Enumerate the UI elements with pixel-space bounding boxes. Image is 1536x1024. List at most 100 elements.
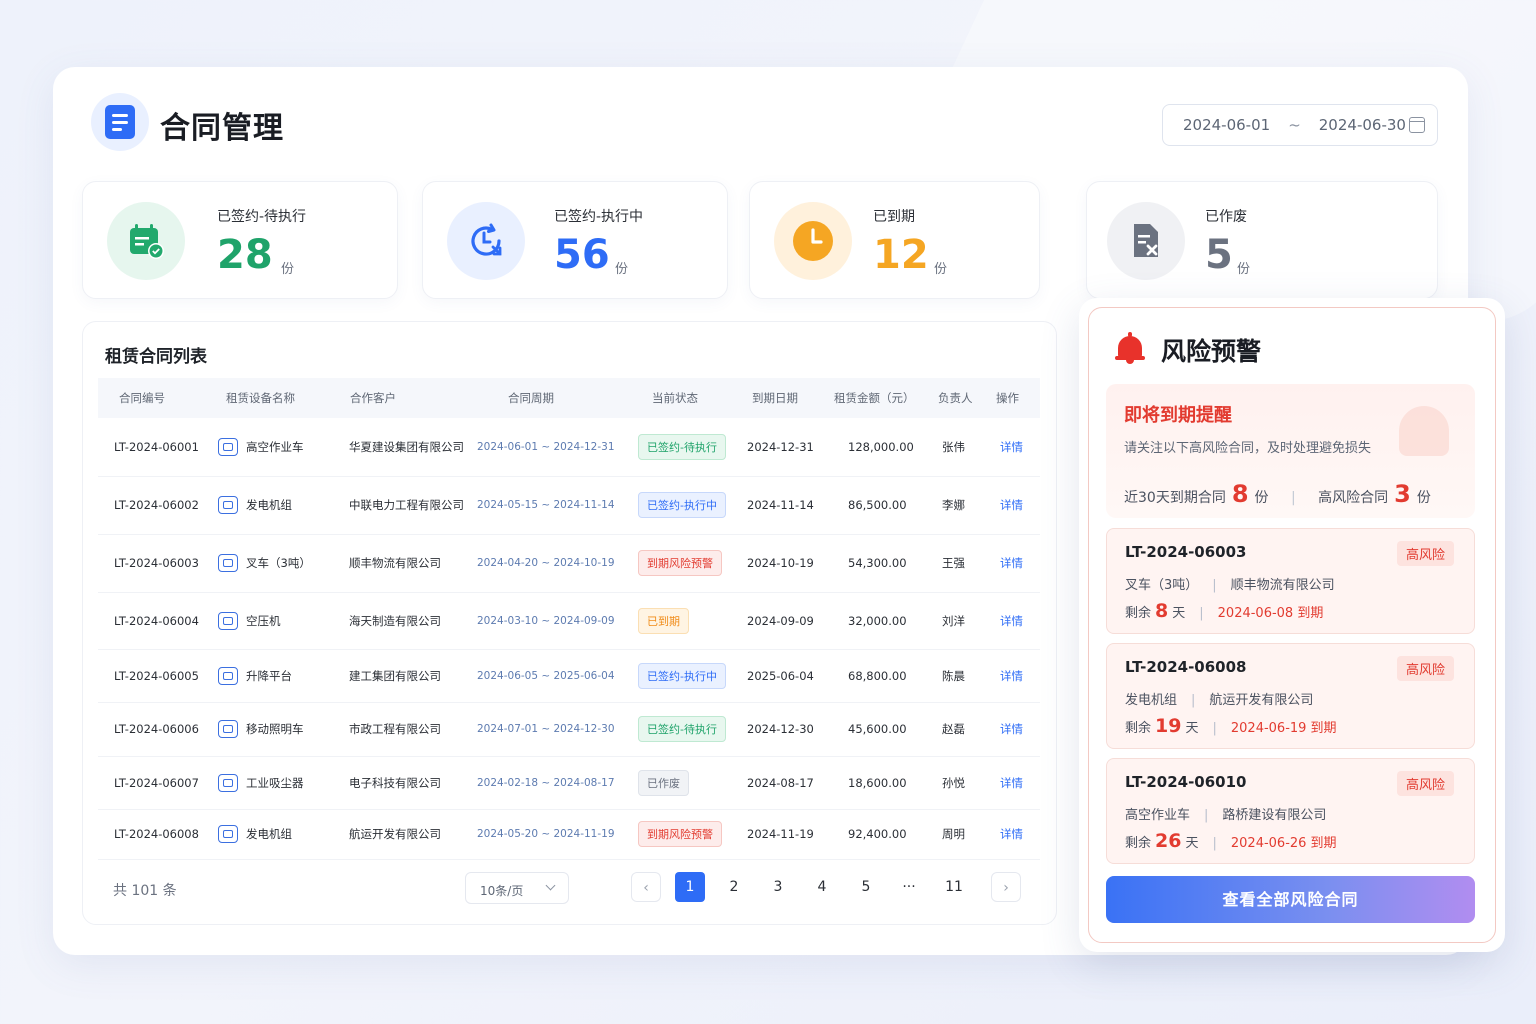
date-range-picker[interactable]: 2024-06-01 ~ 2024-06-30	[1162, 104, 1438, 146]
near-expiry-unit: 份	[1254, 490, 1269, 506]
chevron-down-icon	[545, 880, 556, 891]
risk-item[interactable]: LT-2024-06008 高风险 发电机组 | 航运开发有限公司 剩余 19 天 | 20…	[1106, 643, 1475, 749]
prev-page-button[interactable]: ‹	[631, 872, 661, 902]
risk-remaining: 剩余 8 天 | 2024-06-08 到期	[1125, 600, 1324, 622]
table-row[interactable]: LT-2024-06008 发电机组 航运开发有限公司 2024-05-20 ~ 20…	[98, 809, 1040, 859]
page-button-3[interactable]: 3	[763, 872, 793, 902]
stat-card-voided[interactable]: 已作废 5 份	[1086, 181, 1438, 299]
column-header[interactable]: 租赁设备名称	[210, 378, 336, 418]
contract-logo-icon	[91, 93, 149, 151]
amount: 45,600.00	[848, 722, 907, 736]
column-header[interactable]: 合同编号	[98, 378, 210, 418]
list-title: 租赁合同列表	[105, 347, 207, 367]
owner: 李娜	[942, 498, 965, 512]
remain-days: 26	[1155, 830, 1182, 852]
remain-label: 剩余	[1125, 836, 1152, 851]
equipment-name: 移动照明车	[246, 722, 304, 736]
detail-link[interactable]: 详情	[988, 809, 1040, 859]
stat-label: 已到期	[873, 209, 915, 225]
column-header[interactable]: 到期日期	[734, 378, 830, 418]
remain-days: 19	[1155, 715, 1182, 737]
table-row[interactable]: LT-2024-06003 叉车（3吨） 顺丰物流有限公司 2024-04-20 ~ …	[98, 534, 1040, 592]
contract-table: 合同编号 租赁设备名称 合作客户 合同周期 当前状态 到期日期 租赁金额（元） …	[98, 378, 1040, 860]
reminder-stats: 近30天到期合同 8 份 | 高风险合同 3 份	[1124, 480, 1431, 508]
date-start[interactable]: 2024-06-01	[1183, 116, 1270, 134]
bell-icon	[1115, 332, 1145, 364]
client-name: 电子科技有限公司	[349, 775, 441, 790]
detail-link[interactable]: 详情	[988, 534, 1040, 592]
risk-client: 顺丰物流有限公司	[1230, 578, 1335, 593]
calendar-check-icon	[107, 202, 185, 280]
table-row[interactable]: LT-2024-06001 高空作业车 华夏建设集团有限公司 2024-06-01 ~…	[98, 418, 1040, 476]
risk-info: 高空作业车 | 路桥建设有限公司	[1125, 808, 1327, 823]
contract-id: LT-2024-06007	[114, 775, 199, 790]
equipment-name: 高空作业车	[246, 439, 304, 454]
column-header[interactable]: 负责人	[938, 378, 988, 418]
client-name: 华夏建设集团有限公司	[349, 439, 464, 454]
table-row[interactable]: LT-2024-06005 升降平台 建工集团有限公司 2024-06-05 ~ 20…	[98, 649, 1040, 702]
equipment-icon	[218, 825, 238, 843]
stat-label: 已作废	[1205, 209, 1247, 225]
page-size-select[interactable]: 10条/页	[465, 872, 569, 904]
risk-tag: 高风险	[1396, 771, 1454, 796]
detail-link[interactable]: 详情	[988, 418, 1040, 476]
table-row[interactable]: LT-2024-06002 发电机组 中联电力工程有限公司 2024-05-15 ~ …	[98, 476, 1040, 534]
high-risk-unit: 份	[1416, 490, 1431, 506]
amount: 32,000.00	[848, 613, 907, 628]
column-header[interactable]: 合同周期	[464, 378, 634, 418]
due-date: 2025-06-04	[747, 668, 814, 683]
risk-tag: 高风险	[1396, 541, 1454, 566]
equipment-icon	[218, 666, 238, 685]
table-row[interactable]: LT-2024-06006 移动照明车 市政工程有限公司 2024-07-01 ~ 2…	[98, 702, 1040, 756]
risk-remaining: 剩余 26 天 | 2024-06-26 到期	[1125, 830, 1337, 852]
page-button-11[interactable]: 11	[939, 872, 969, 902]
risk-remaining: 剩余 19 天 | 2024-06-19 到期	[1125, 715, 1337, 737]
detail-link[interactable]: 详情	[988, 592, 1040, 649]
stat-value: 28	[217, 232, 273, 278]
view-all-risk-button[interactable]: 查看全部风险合同	[1106, 876, 1475, 923]
detail-link[interactable]: 详情	[988, 476, 1040, 534]
risk-equip: 叉车（3吨）	[1125, 578, 1199, 593]
detail-link[interactable]: 详情	[988, 702, 1040, 756]
contract-period: 2024-06-01 ~ 2024-12-31	[477, 440, 615, 453]
risk-info: 发电机组 | 航运开发有限公司	[1125, 693, 1314, 708]
detail-link[interactable]: 详情	[988, 649, 1040, 702]
amount: 18,600.00	[848, 775, 907, 790]
page-button-1[interactable]: 1	[675, 872, 705, 902]
page-ellipsis[interactable]: ···	[894, 872, 924, 902]
date-end[interactable]: 2024-06-30	[1319, 116, 1406, 134]
calendar-icon[interactable]	[1409, 117, 1425, 133]
next-page-button[interactable]: ›	[991, 872, 1021, 902]
stat-card-expired[interactable]: 已到期 12 份	[749, 181, 1040, 299]
due-date: 2024-10-19	[747, 556, 814, 570]
table-row[interactable]: LT-2024-06007 工业吸尘器 电子科技有限公司 2024-02-18 ~ 2…	[98, 756, 1040, 809]
equipment-icon	[218, 437, 238, 456]
client-name: 市政工程有限公司	[349, 722, 441, 736]
contract-list-card: 租赁合同列表 合同编号 租赁设备名称 合作客户 合同周期 当前状态 到期日期 租…	[82, 321, 1057, 925]
column-header[interactable]: 合作客户	[336, 378, 464, 418]
risk-item[interactable]: LT-2024-06010 高风险 高空作业车 | 路桥建设有限公司 剩余 26 天 | 2…	[1106, 758, 1475, 864]
clock-arrow-icon	[447, 202, 525, 280]
detail-link[interactable]: 详情	[988, 756, 1040, 809]
status-badge: 已到期	[638, 607, 689, 634]
status-badge: 已签约-执行中	[638, 492, 726, 518]
stat-card-executing[interactable]: 已签约-执行中 56 份	[422, 181, 728, 299]
column-header[interactable]: 租赁金额（元）	[830, 378, 938, 418]
near-expiry-count: 8	[1231, 480, 1249, 508]
risk-equip: 高空作业车	[1125, 808, 1191, 823]
clock-icon	[774, 202, 852, 280]
risk-item[interactable]: LT-2024-06003 高风险 叉车（3吨） | 顺丰物流有限公司 剩余 8 天 | 2…	[1106, 528, 1475, 634]
page-button-4[interactable]: 4	[807, 872, 837, 902]
contract-id: LT-2024-06003	[114, 556, 199, 570]
page-button-2[interactable]: 2	[719, 872, 749, 902]
page-button-5[interactable]: 5	[851, 872, 881, 902]
equipment-name: 工业吸尘器	[246, 775, 304, 790]
stat-card-pending[interactable]: 已签约-待执行 28 份	[82, 181, 398, 299]
page-size-value: 10条/页	[480, 884, 524, 898]
due-date: 2024-12-31	[747, 439, 814, 454]
table-row[interactable]: LT-2024-06004 空压机 海天制造有限公司 2024-03-10 ~ 202…	[98, 592, 1040, 649]
column-header[interactable]: 当前状态	[634, 378, 734, 418]
due-date: 2024-12-30	[747, 722, 814, 736]
equipment-icon	[218, 720, 238, 738]
date-separator: ~	[1288, 116, 1301, 134]
